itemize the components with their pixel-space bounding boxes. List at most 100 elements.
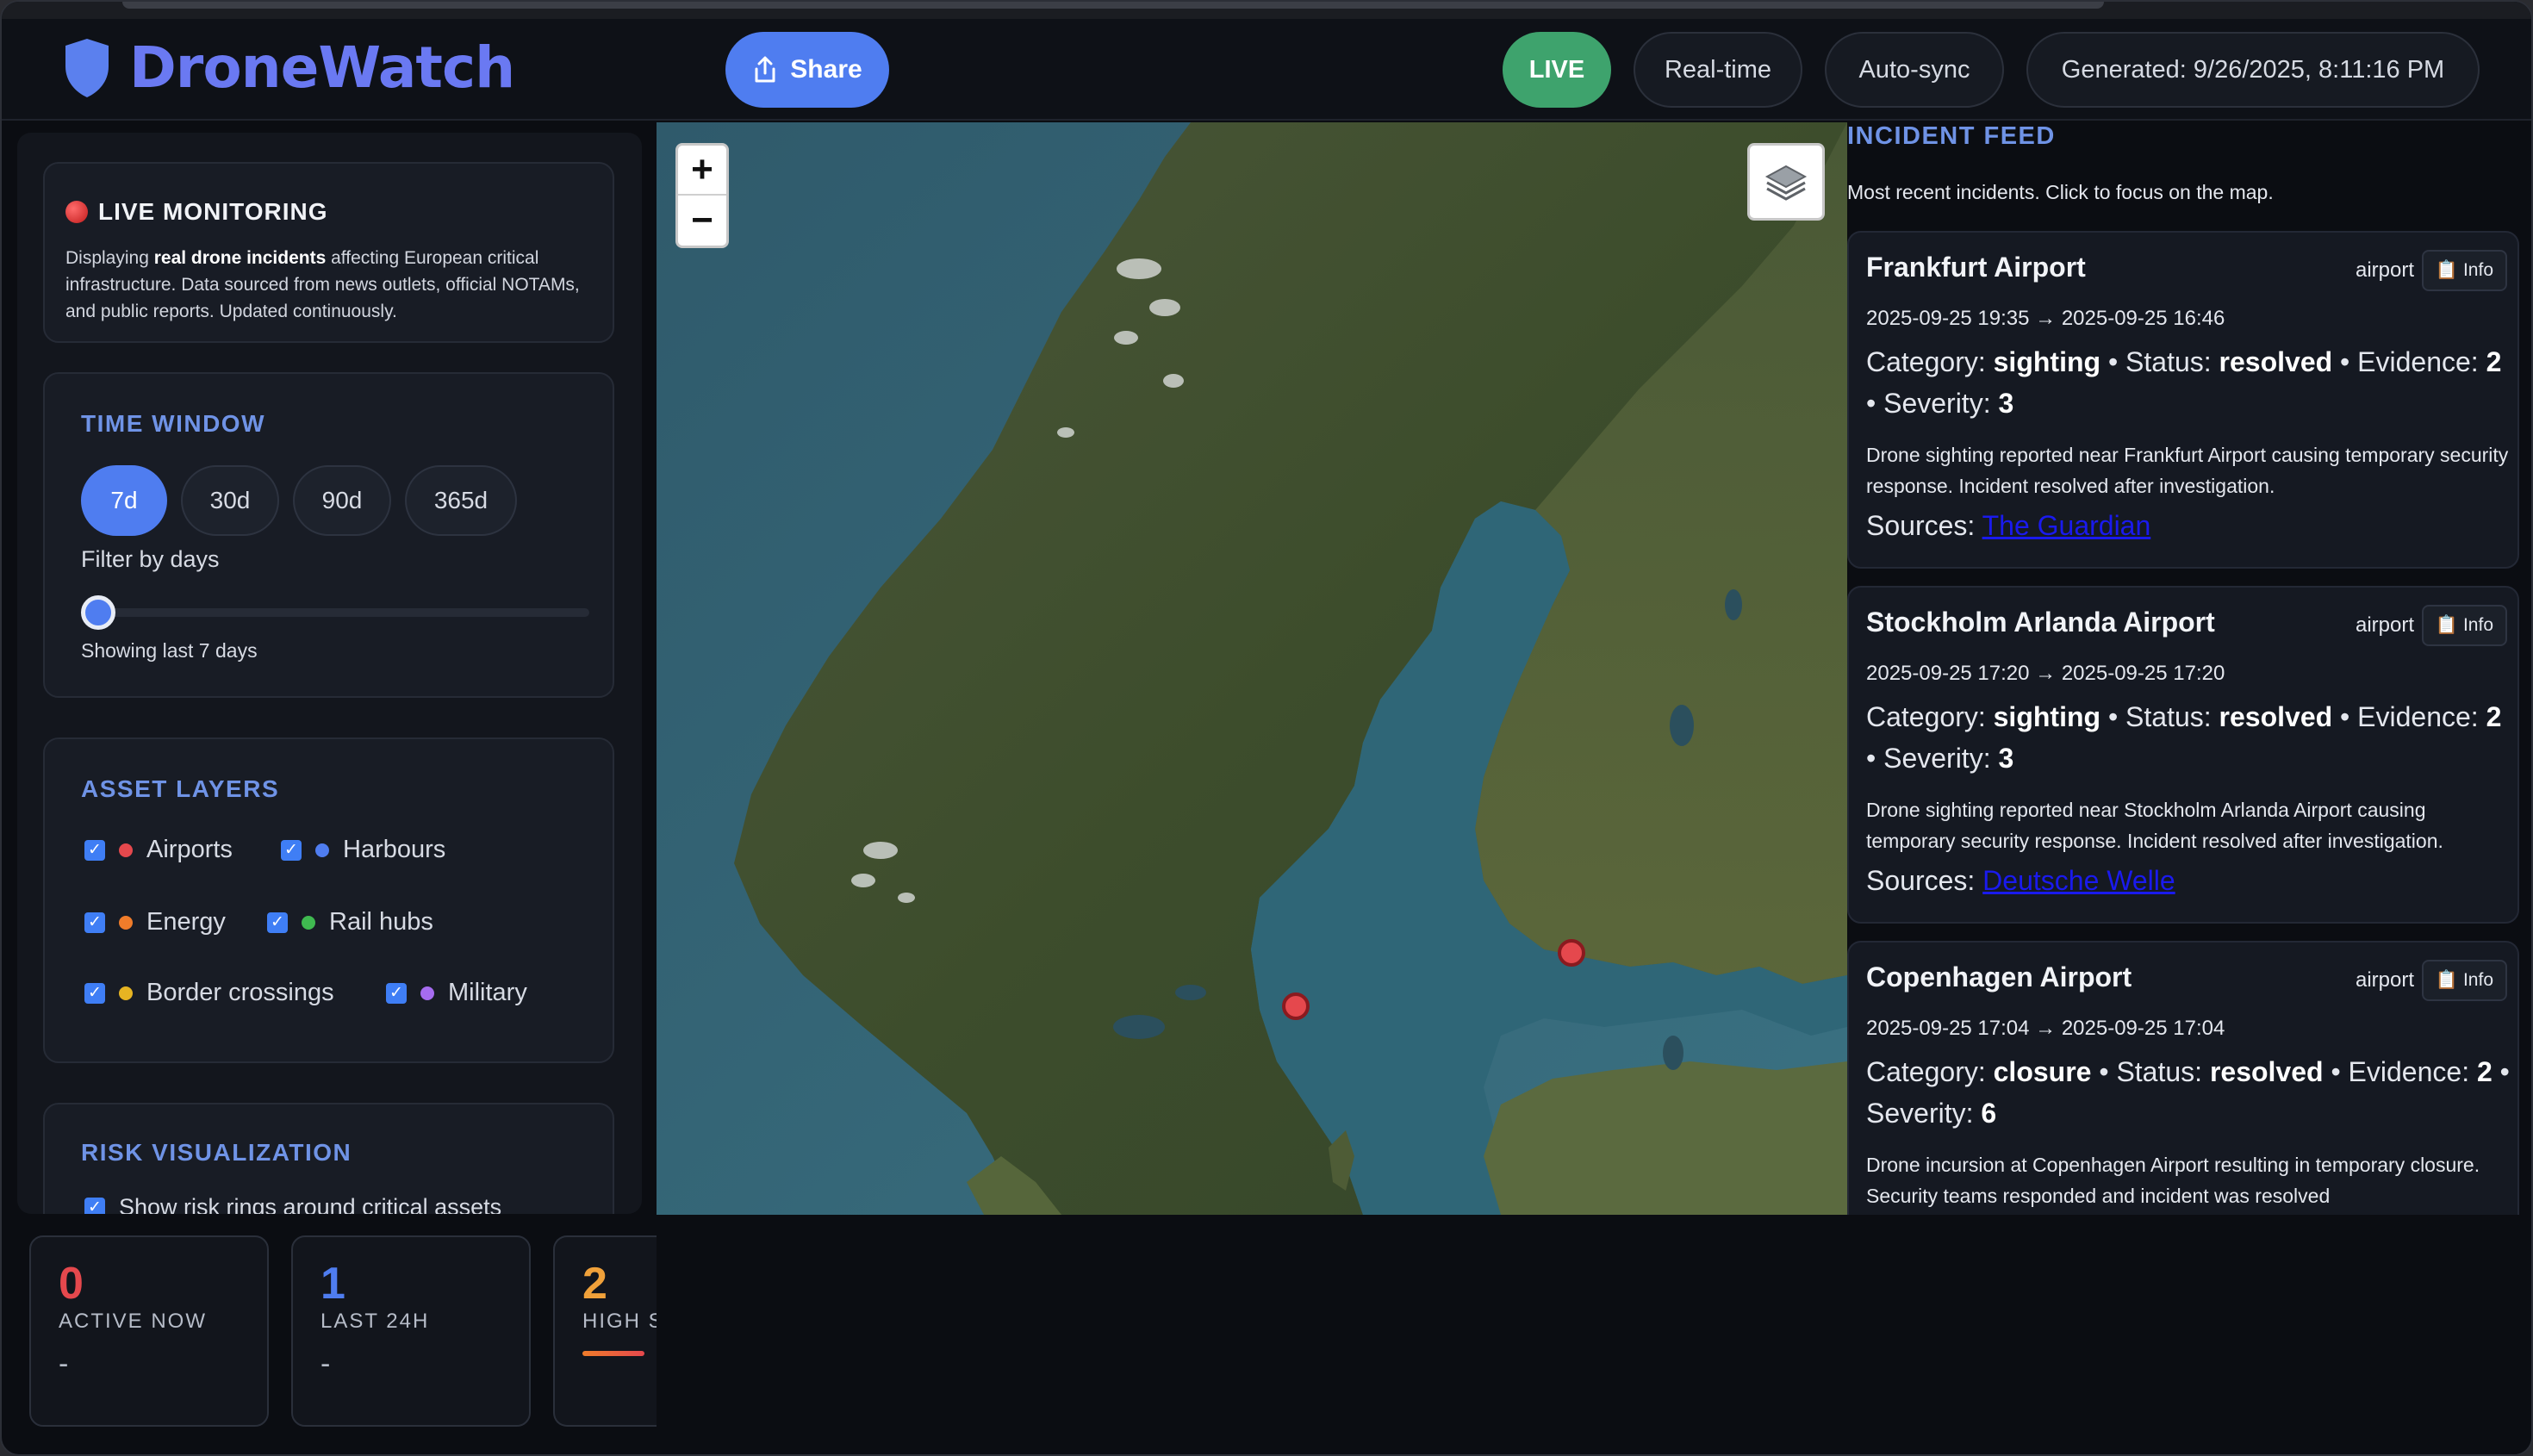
app-title: DroneWatch xyxy=(129,34,515,101)
source-link[interactable]: Deutsche Welle xyxy=(1982,865,2175,896)
risk-visualization-card: RISK VISUALIZATION ✓ Show risk rings aro… xyxy=(43,1103,614,1214)
asset-layers-card: ASSET LAYERS ✓ Airports ✓ Harbours ✓ Ene… xyxy=(43,737,614,1063)
airport-dot-icon xyxy=(119,843,133,857)
incident-card[interactable]: Frankfurt Airport airport 📋 Info 2025-09-… xyxy=(1847,231,2519,569)
stat-last-24h: 1 LAST 24H - xyxy=(291,1235,531,1427)
days-slider-handle[interactable] xyxy=(81,595,115,630)
energy-dot-icon xyxy=(119,915,133,930)
share-button[interactable]: Share xyxy=(725,32,889,108)
harbour-dot-icon xyxy=(315,843,329,857)
layer-toggle-military[interactable]: ✓ Military xyxy=(386,979,527,1007)
layer-toggle-energy[interactable]: ✓ Energy xyxy=(84,908,226,936)
incident-feed-subtitle: Most recent incidents. Click to focus on… xyxy=(1847,181,2274,203)
bottom-empty-area xyxy=(657,1215,2531,1454)
risk-visualization-title: RISK VISUALIZATION xyxy=(81,1139,352,1166)
stat-active-now: 0 ACTIVE NOW - xyxy=(29,1235,269,1427)
risk-rings-toggle[interactable]: ✓ Show risk rings around critical assets xyxy=(84,1194,501,1214)
incident-name: Copenhagen Airport xyxy=(1866,961,2132,992)
live-monitoring-title: LIVE MONITORING xyxy=(65,198,328,226)
incident-description: Drone incursion at Copenhagen Airport re… xyxy=(1866,1154,2480,1207)
incident-sources: Sources: The Guardian xyxy=(1866,510,2151,541)
filter-by-days-label: Filter by days xyxy=(81,546,220,572)
layer-toggle-border-crossings[interactable]: ✓ Border crossings xyxy=(84,979,334,1007)
incident-description: Drone sighting reported near Stockholm A… xyxy=(1866,799,2443,852)
live-badge[interactable]: LIVE xyxy=(1503,32,1611,108)
stat-label: LAST 24H xyxy=(321,1310,430,1333)
incident-marker-stockholm[interactable] xyxy=(1282,992,1310,1020)
checkbox-checked-icon[interactable]: ✓ xyxy=(84,1197,105,1214)
layer-toggle-airports[interactable]: ✓ Airports xyxy=(84,836,233,864)
incident-time: 2025-09-25 19:35 → 2025-09-25 16:46 xyxy=(1866,307,2225,330)
military-dot-icon xyxy=(420,986,434,1000)
checkbox-checked-icon[interactable]: ✓ xyxy=(84,912,105,933)
incident-type: airport xyxy=(2355,968,2414,992)
layer-toggle-rail-hubs[interactable]: ✓ Rail hubs xyxy=(267,908,433,936)
map-view[interactable]: + − xyxy=(657,122,1847,1215)
incident-time: 2025-09-25 17:04 → 2025-09-25 17:04 xyxy=(1866,1017,2225,1040)
browser-top-strip xyxy=(2,2,2531,19)
showing-days-text: Showing last 7 days xyxy=(81,639,258,662)
live-monitoring-card: LIVE MONITORING Displaying real drone in… xyxy=(43,162,614,343)
stat-label: HIGH S xyxy=(582,1310,657,1333)
incident-feed: INCIDENT FEED Most recent incidents. Cli… xyxy=(1847,122,2519,1215)
incident-feed-title: INCIDENT FEED xyxy=(1847,122,2056,150)
checkbox-checked-icon[interactable]: ✓ xyxy=(386,982,407,1004)
severity-bar xyxy=(582,1351,644,1356)
stat-sub: - xyxy=(321,1347,331,1380)
clipboard-icon: 📋 xyxy=(2435,260,2458,280)
layers-icon xyxy=(1764,165,1808,201)
time-option-7d[interactable]: 7d xyxy=(81,465,167,536)
red-circle-icon xyxy=(65,201,88,223)
shield-icon xyxy=(65,38,109,97)
stat-value: 1 xyxy=(321,1259,345,1309)
checkbox-checked-icon[interactable]: ✓ xyxy=(84,839,105,861)
map-layers-button[interactable] xyxy=(1747,143,1825,221)
clipboard-icon: 📋 xyxy=(2435,970,2458,990)
info-button[interactable]: 📋 Info xyxy=(2421,250,2507,291)
incident-name: Stockholm Arlanda Airport xyxy=(1866,607,2215,638)
checkbox-checked-icon[interactable]: ✓ xyxy=(281,839,302,861)
checkbox-checked-icon[interactable]: ✓ xyxy=(267,912,288,933)
incident-card[interactable]: Stockholm Arlanda Airport airport 📋 Info … xyxy=(1847,586,2519,924)
asset-layers-title: ASSET LAYERS xyxy=(81,775,280,802)
satellite-map-image xyxy=(657,122,1847,1215)
info-button[interactable]: 📋 Info xyxy=(2421,605,2507,646)
border-dot-icon xyxy=(119,986,133,1000)
incident-time: 2025-09-25 17:20 → 2025-09-25 17:20 xyxy=(1866,662,2225,685)
incident-type: airport xyxy=(2355,613,2414,637)
days-slider-track[interactable] xyxy=(95,608,589,617)
time-option-90d[interactable]: 90d xyxy=(293,465,391,536)
stat-high-severity: 2 HIGH S xyxy=(553,1235,657,1427)
realtime-pill[interactable]: Real-time xyxy=(1634,32,1802,108)
incident-card[interactable]: Copenhagen Airport airport 📋 Info 2025-09… xyxy=(1847,941,2519,1215)
sidebar: LIVE MONITORING Displaying real drone in… xyxy=(17,133,642,1214)
stat-value: 0 xyxy=(59,1259,84,1309)
zoom-in-button[interactable]: + xyxy=(678,146,726,196)
incident-name: Frankfurt Airport xyxy=(1866,252,2086,283)
share-label: Share xyxy=(790,55,862,84)
autosync-pill[interactable]: Auto-sync xyxy=(1825,32,2004,108)
incident-meta: Category: sighting • Status: resolved • … xyxy=(1866,346,2502,419)
incident-description: Drone sighting reported near Frankfurt A… xyxy=(1866,444,2509,497)
time-option-365d[interactable]: 365d xyxy=(405,465,517,536)
stat-sub: - xyxy=(59,1347,69,1380)
app-window: DroneWatch Share LIVE Real-time Auto-syn… xyxy=(0,0,2533,1456)
zoom-control: + − xyxy=(675,143,729,248)
zoom-out-button[interactable]: − xyxy=(678,196,726,246)
share-icon xyxy=(755,56,775,83)
incident-type: airport xyxy=(2355,258,2414,282)
layer-toggle-harbours[interactable]: ✓ Harbours xyxy=(281,836,445,864)
source-link[interactable]: The Guardian xyxy=(1982,510,2151,541)
generated-timestamp: Generated: 9/26/2025, 8:11:16 PM xyxy=(2026,32,2480,108)
incident-marker-helsinki[interactable] xyxy=(1558,939,1585,967)
live-monitoring-description: Displaying real drone incidents affectin… xyxy=(65,248,580,321)
clipboard-icon: 📋 xyxy=(2435,615,2458,635)
incident-meta: Category: sighting • Status: resolved • … xyxy=(1866,701,2502,774)
header: DroneWatch Share LIVE Real-time Auto-syn… xyxy=(2,19,2531,121)
info-button[interactable]: 📋 Info xyxy=(2421,960,2507,1001)
time-window-card: TIME WINDOW 7d 30d 90d 365d Filter by da… xyxy=(43,372,614,698)
stat-label: ACTIVE NOW xyxy=(59,1310,208,1333)
brand: DroneWatch xyxy=(64,34,515,101)
time-option-30d[interactable]: 30d xyxy=(181,465,279,536)
checkbox-checked-icon[interactable]: ✓ xyxy=(84,982,105,1004)
